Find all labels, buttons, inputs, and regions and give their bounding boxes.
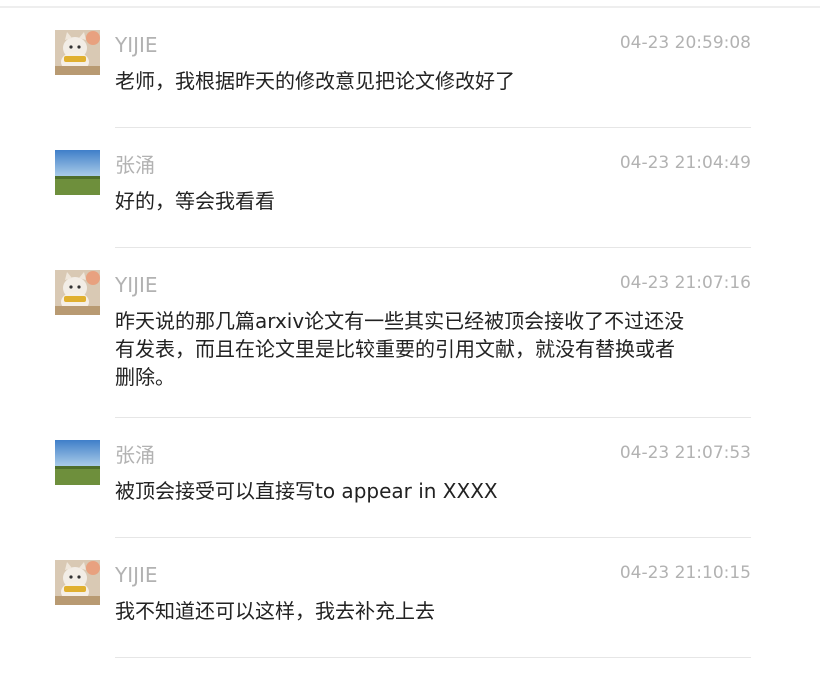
chat-history: YIJIE 04-23 20:59:08 老师，我根据昨天的修改意见把论文修改好… <box>0 0 820 697</box>
message-timestamp: 04-23 21:07:16 <box>619 273 751 293</box>
landscape-avatar-icon[interactable] <box>55 440 100 485</box>
sender-name: YIJIE <box>115 273 158 297</box>
message-text: 老师，我根据昨天的修改意见把论文修改好了 <box>115 69 515 93</box>
message-divider <box>115 417 751 418</box>
message-text: 昨天说的那几篇arxiv论文有一些其实已经被顶会接收了不过还没 有发表，而且在论… <box>115 309 685 389</box>
message-divider <box>115 247 751 248</box>
message-timestamp: 04-23 21:10:15 <box>619 563 751 583</box>
sender-name: 张涌 <box>115 443 155 467</box>
top-divider <box>0 6 820 8</box>
cat-avatar-icon[interactable] <box>55 30 100 75</box>
cat-avatar-icon[interactable] <box>55 560 100 605</box>
message-divider <box>115 127 751 128</box>
sender-name: 张涌 <box>115 153 155 177</box>
message-timestamp: 04-23 20:59:08 <box>619 33 751 53</box>
sender-name: YIJIE <box>115 563 158 587</box>
message-timestamp: 04-23 21:07:53 <box>619 443 751 463</box>
message-divider <box>115 537 751 538</box>
message-text: 好的，等会我看看 <box>115 189 275 213</box>
message-text: 我不知道还可以这样，我去补充上去 <box>115 599 435 623</box>
message-divider <box>115 657 751 658</box>
cat-avatar-icon[interactable] <box>55 270 100 315</box>
landscape-avatar-icon[interactable] <box>55 150 100 195</box>
message-timestamp: 04-23 21:04:49 <box>619 153 751 173</box>
message-text: 被顶会接受可以直接写to appear in XXXX <box>115 479 498 503</box>
sender-name: YIJIE <box>115 33 158 57</box>
